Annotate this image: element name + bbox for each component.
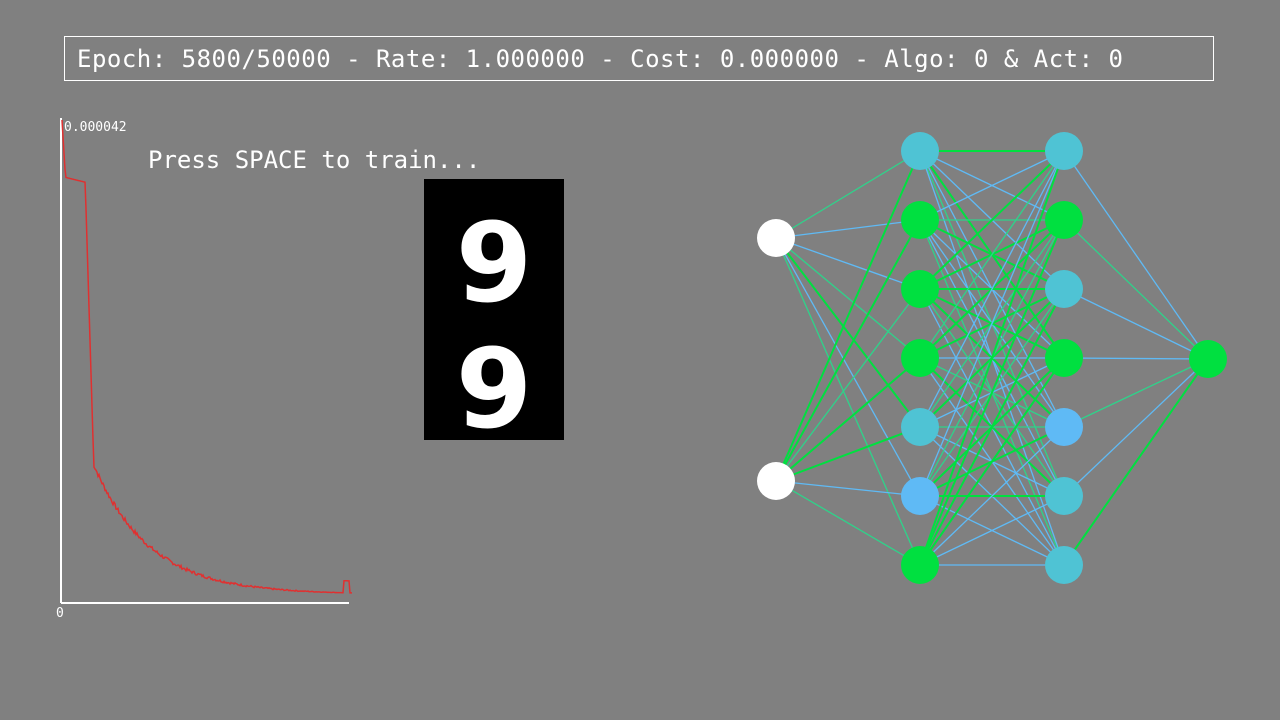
network-edge-l0-0-3 (775, 237, 921, 359)
network-edge-l2-0-0 (1063, 150, 1209, 360)
network-node-l1-3 (901, 339, 939, 377)
train-hint: Press SPACE to train... (148, 146, 481, 174)
digit-preview-panel: 9 9 (424, 179, 564, 453)
cost-max-label: 0.000042 (64, 120, 127, 135)
neural-network-diagram (757, 132, 1227, 584)
network-edge-l2-4-0 (1063, 358, 1209, 428)
cost-plot: 0.000042 0 (56, 118, 352, 621)
network-edge-l0-1-4 (775, 426, 921, 482)
network-node-l2-5 (1045, 477, 1083, 515)
network-edge-l2-5-0 (1063, 358, 1209, 497)
network-edge-l2-6-0 (1063, 358, 1209, 566)
network-edge-l0-1-0 (775, 150, 921, 482)
network-edges (775, 150, 1209, 566)
network-node-l1-5 (901, 477, 939, 515)
cost-zero-label: 0 (56, 606, 64, 621)
network-node-l1-4 (901, 408, 939, 446)
network-node-l2-1 (1045, 201, 1083, 239)
network-node-l0-0 (757, 219, 795, 257)
network-edge-l0-0-4 (775, 237, 921, 428)
network-node-l2-2 (1045, 270, 1083, 308)
network-node-l1-1 (901, 201, 939, 239)
network-edge-l2-1-0 (1063, 219, 1209, 360)
network-edge-l0-0-5 (775, 237, 921, 497)
network-edge-l0-1-1 (775, 219, 921, 482)
network-edge-l0-0-2 (775, 237, 921, 290)
network-edge-l2-2-0 (1063, 288, 1209, 360)
training-visualizer: Epoch: 5800/50000 - Rate: 1.000000 - Cos… (0, 0, 1280, 720)
cost-plot-axes (60, 118, 349, 604)
cost-curve (61, 119, 352, 594)
network-edge-l0-0-1 (775, 219, 921, 239)
network-node-l1-0 (901, 132, 939, 170)
network-edge-l0-0-0 (775, 150, 921, 239)
network-node-l1-6 (901, 546, 939, 584)
digit-sample-bottom: 9 (456, 325, 533, 440)
digit-sample-top: 9 (456, 199, 533, 327)
network-node-l2-6 (1045, 546, 1083, 584)
network-node-l2-4 (1045, 408, 1083, 446)
network-node-l3-0 (1189, 340, 1227, 378)
network-node-l2-0 (1045, 132, 1083, 170)
network-node-l2-3 (1045, 339, 1083, 377)
network-edge-l2-3-0 (1063, 357, 1209, 360)
network-edge-l0-0-6 (775, 237, 921, 566)
network-node-l1-2 (901, 270, 939, 308)
network-node-l0-1 (757, 462, 795, 500)
digit-preview-svg: 9 9 (456, 199, 533, 453)
network-edge-l0-1-3 (775, 357, 921, 482)
